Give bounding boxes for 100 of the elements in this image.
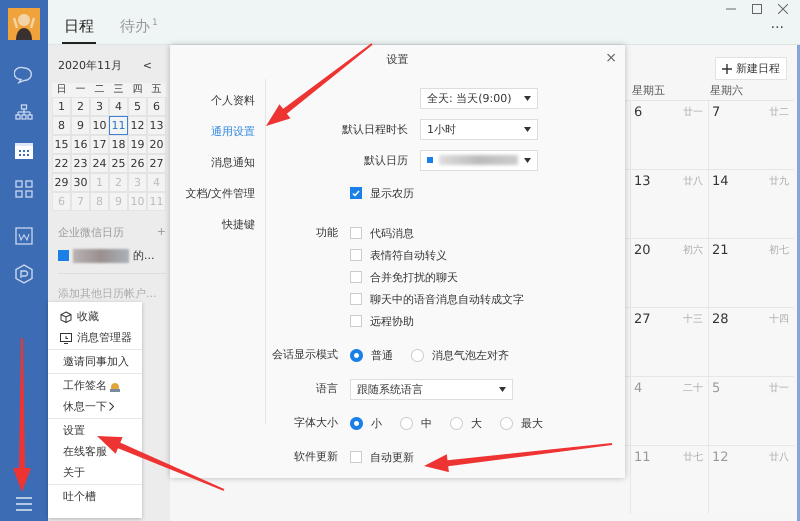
day-number: 12 <box>712 450 729 467</box>
menu-item[interactable]: 消息管理器 <box>48 327 142 348</box>
new-event-button[interactable]: 新建日程 <box>715 57 787 80</box>
calendar-day[interactable]: 15 <box>52 135 71 154</box>
day-cell[interactable]: 21 初七 <box>708 238 794 307</box>
weekday-header: 星期六 <box>709 82 744 98</box>
checkbox[interactable] <box>350 315 362 327</box>
calendar-day[interactable]: 23 <box>71 154 90 173</box>
calendar-day[interactable]: 24 <box>90 154 109 173</box>
weekday-label: 一 <box>71 83 90 98</box>
menu-item[interactable]: 邀请同事加入 <box>48 351 142 372</box>
document-icon[interactable] <box>14 226 34 246</box>
radio-button[interactable] <box>400 416 413 430</box>
calendar-day[interactable]: 9 <box>71 116 90 135</box>
avatar[interactable] <box>8 8 40 40</box>
chat-icon[interactable] <box>14 65 34 85</box>
weekday-header: 星期五 <box>631 82 666 98</box>
day-cell[interactable]: 27 十三 <box>630 307 708 376</box>
dropdown[interactable]: 全天: 当天(9:00) <box>420 88 538 108</box>
section-title: 企业微信日历 <box>58 225 124 240</box>
dropdown[interactable] <box>420 150 538 170</box>
day-number: 27 <box>634 312 651 329</box>
lunar-date: 初七 <box>769 244 789 258</box>
nav-item[interactable]: 消息通知 <box>211 155 255 171</box>
calendar-day[interactable]: 13 <box>147 116 166 135</box>
checkbox-label: 代码消息 <box>370 226 414 240</box>
checkbox-label: 自动更新 <box>370 450 414 464</box>
calendar-day[interactable]: 2 <box>71 97 90 116</box>
calendar-day[interactable]: 26 <box>128 154 147 173</box>
radio-button[interactable] <box>350 348 363 362</box>
calendar-day[interactable]: 1 <box>52 97 71 116</box>
menu-item[interactable]: 休息一下 <box>48 396 142 417</box>
day-cell[interactable]: 20 初六 <box>630 238 708 307</box>
radio-button[interactable] <box>350 416 363 430</box>
calendar-day[interactable]: 8 <box>52 116 71 135</box>
calendar-day[interactable]: 22 <box>52 154 71 173</box>
calendar-day[interactable]: 16 <box>71 135 90 154</box>
calendar-day[interactable]: 6 <box>147 97 166 116</box>
radio-button[interactable] <box>411 348 424 362</box>
checkbox[interactable] <box>350 293 362 305</box>
nav-item[interactable]: 通用设置 <box>211 124 255 140</box>
dropdown[interactable]: 1小时 <box>420 118 538 140</box>
close-button[interactable]: × <box>605 50 617 66</box>
menu-item[interactable]: 收藏 <box>48 306 142 327</box>
redacted-blur <box>73 248 129 262</box>
day-cell[interactable]: 14 廿九 <box>708 169 794 238</box>
menu-item[interactable]: 设置 <box>48 420 142 441</box>
calendar-day[interactable]: 17 <box>90 135 109 154</box>
nav-item[interactable]: 个人资料 <box>211 93 255 109</box>
checkbox[interactable] <box>350 187 362 199</box>
radio-button[interactable] <box>500 416 513 430</box>
menu-item[interactable]: 关于 <box>48 462 142 483</box>
menu-item[interactable]: 吐个槽 <box>48 486 142 507</box>
checkbox[interactable] <box>58 250 69 261</box>
day-cell[interactable]: 6 廿一 <box>630 100 708 169</box>
lunar-date: 十四 <box>769 312 789 327</box>
calendar-day[interactable]: 29 <box>52 173 71 192</box>
more-button[interactable]: ··· <box>770 20 784 36</box>
nav-item[interactable]: 文档/文件管理 <box>185 186 255 202</box>
nav-item[interactable]: 快捷键 <box>222 217 255 233</box>
weekday-label: 三 <box>109 83 128 98</box>
calendar-day[interactable]: 10 <box>90 116 109 135</box>
day-cell[interactable]: 28 十四 <box>708 307 794 376</box>
calendar-day[interactable]: 18 <box>109 135 128 154</box>
checkbox[interactable] <box>350 451 362 463</box>
calendar-icon[interactable] <box>14 141 34 161</box>
menu-item[interactable]: 工作签名 <box>48 375 142 396</box>
calendar-day[interactable]: 19 <box>128 135 147 154</box>
day-cell[interactable]: 13 廿八 <box>630 169 708 238</box>
calendar-day[interactable]: 20 <box>147 135 166 154</box>
lunar-date: 廿八 <box>769 450 789 465</box>
menu-icon[interactable] <box>15 497 33 511</box>
calendar-day[interactable]: 30 <box>71 173 90 192</box>
calendar-day[interactable]: 11 <box>109 116 128 135</box>
checkbox[interactable] <box>350 249 362 261</box>
calendar-day[interactable]: 3 <box>90 97 109 116</box>
day-cell[interactable]: 7 廿二 <box>708 100 794 169</box>
calendar-day[interactable]: 25 <box>109 154 128 173</box>
radio-label: 普通 <box>371 348 393 362</box>
lunar-date: 廿九 <box>769 174 789 189</box>
dropdown[interactable]: 跟随系统语言 <box>350 378 513 400</box>
checkbox[interactable] <box>350 227 362 239</box>
day-number: 4 <box>634 381 642 398</box>
close-icon[interactable] <box>778 4 788 14</box>
maximize-icon[interactable] <box>752 4 762 14</box>
calendar-day[interactable]: 27 <box>147 154 166 173</box>
cube-icon <box>60 310 72 322</box>
weekday-label: 五 <box>147 83 166 98</box>
hexagon-icon[interactable] <box>14 264 34 284</box>
apps-grid-icon[interactable] <box>14 179 34 199</box>
calendar-day[interactable]: 4 <box>109 97 128 116</box>
checkbox[interactable] <box>350 271 362 283</box>
radio-button[interactable] <box>450 416 463 430</box>
calendar-day[interactable]: 5 <box>128 97 147 116</box>
chevron-right-icon <box>109 402 114 411</box>
day-number: 21 <box>712 243 729 260</box>
calendar-day[interactable]: 12 <box>128 116 147 135</box>
previous-month-button[interactable]: < <box>142 58 152 72</box>
lunar-date: 廿七 <box>683 450 703 465</box>
menu-item[interactable]: 在线客服 <box>48 441 142 462</box>
